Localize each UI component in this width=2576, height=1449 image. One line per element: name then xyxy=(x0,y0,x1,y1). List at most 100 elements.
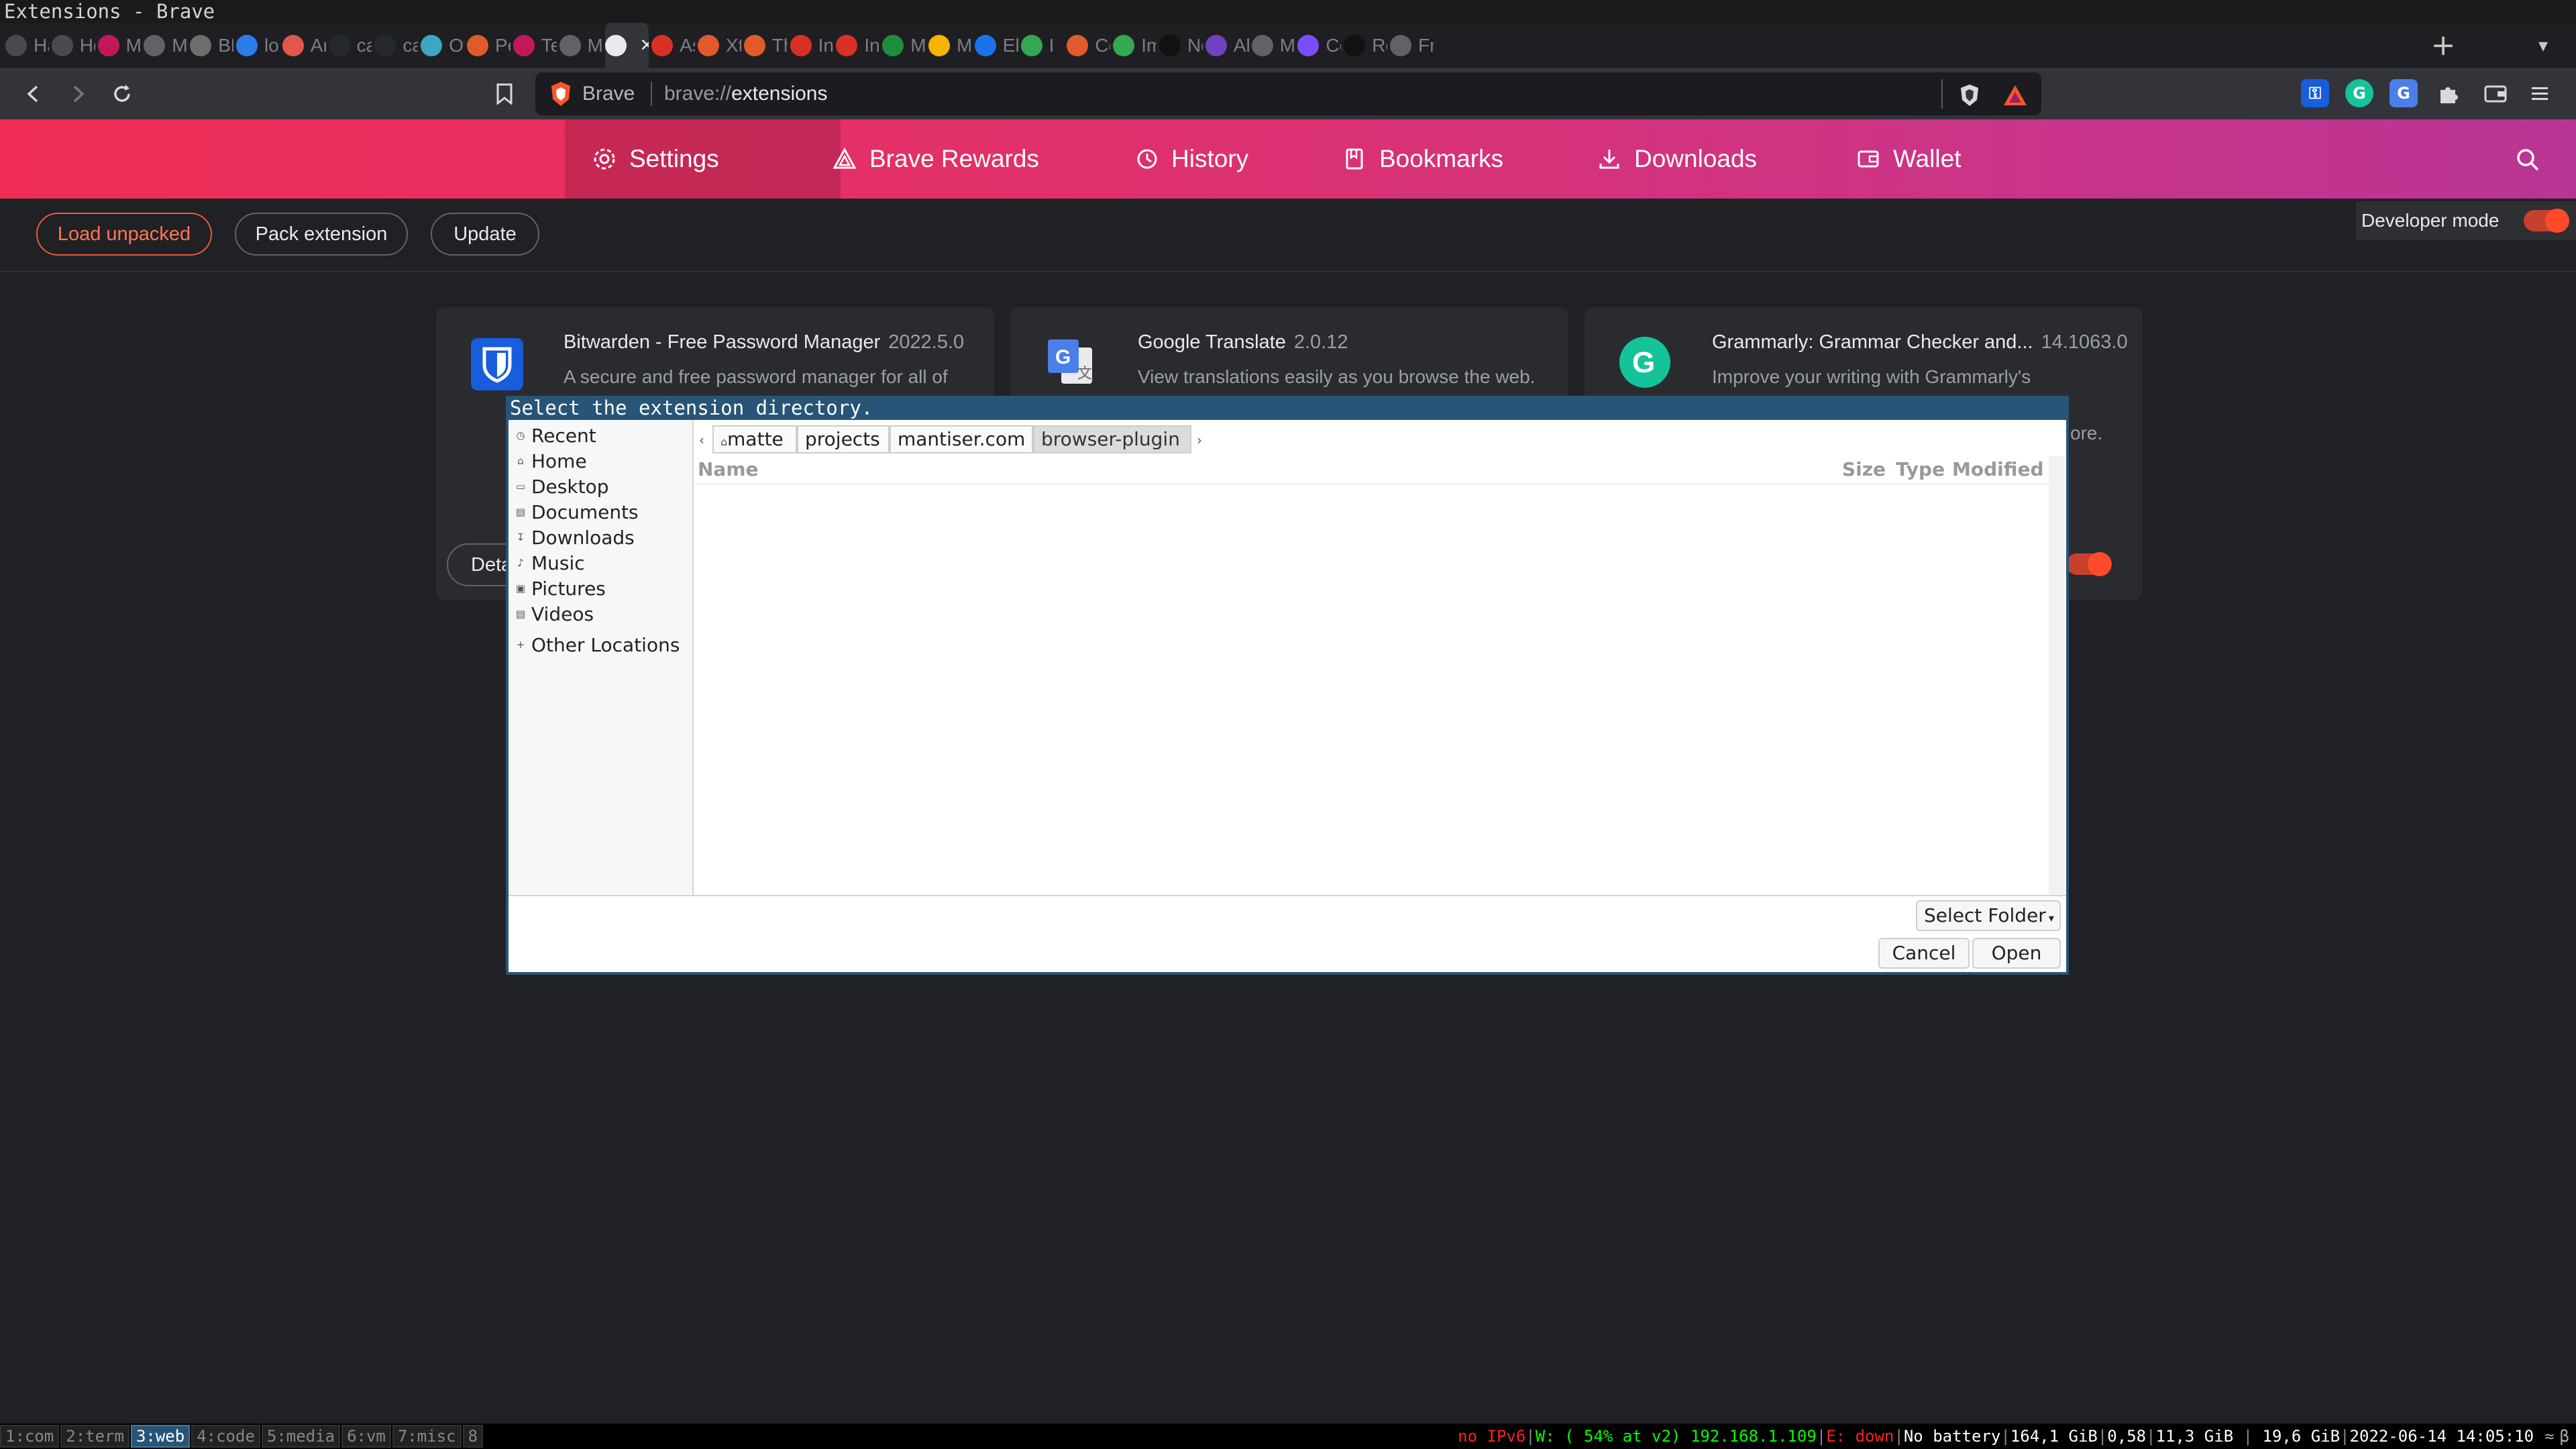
url-text[interactable]: brave://extensions xyxy=(664,72,828,115)
nav-downloads[interactable]: Downloads xyxy=(1570,119,1784,199)
browser-tab[interactable]: I xyxy=(1020,23,1065,68)
grammarly-enabled-toggle[interactable] xyxy=(2066,552,2112,576)
browser-tab[interactable]: The xyxy=(743,23,788,68)
path-crumb[interactable]: mantiser.com xyxy=(890,425,1033,453)
browser-tab[interactable]: Xtr xyxy=(698,23,741,68)
workspace-button[interactable]: 2:term xyxy=(60,1425,129,1448)
home-icon: ⌂ xyxy=(517,455,524,467)
browser-tab[interactable]: Res xyxy=(1344,23,1387,68)
tab-title: Elin xyxy=(1002,34,1018,56)
column-name[interactable]: Name xyxy=(698,456,759,483)
menu-icon[interactable] xyxy=(2522,76,2557,111)
open-button[interactable]: Open xyxy=(1972,938,2061,969)
bookmark-icon[interactable] xyxy=(487,76,522,111)
place-pictures[interactable]: ▣ Pictures xyxy=(515,576,606,601)
place-other-locations[interactable]: + Other Locations xyxy=(515,632,680,657)
browser-tab[interactable]: Har xyxy=(5,23,49,68)
browser-tab[interactable]: Mai xyxy=(1251,23,1295,68)
nav-history[interactable]: History xyxy=(1107,119,1275,199)
place-documents[interactable]: ▤ Documents xyxy=(515,499,639,525)
pack-extension-button[interactable]: Pack extension xyxy=(235,213,408,256)
browser-tab[interactable]: Elin xyxy=(974,23,1018,68)
file-filter-select[interactable]: Select Folder ▾ xyxy=(1916,900,2061,931)
browser-tab[interactable]: Mai xyxy=(144,23,187,68)
workspace-button[interactable]: 3:web xyxy=(130,1425,191,1448)
place-desktop[interactable]: ▭ Desktop xyxy=(515,474,609,499)
tray-network-icon[interactable]: ≈ xyxy=(2544,1427,2554,1446)
browser-tab[interactable]: cat xyxy=(374,23,418,68)
workspace-button[interactable]: 4:code xyxy=(191,1425,260,1448)
browser-tab[interactable]: Ma xyxy=(559,23,602,68)
browser-tab[interactable]: Tek xyxy=(513,23,557,68)
browser-tab[interactable]: Ove xyxy=(421,23,464,68)
browser-tab[interactable]: Ink xyxy=(836,23,879,68)
path-crumb-current[interactable]: browser-plugin xyxy=(1033,425,1191,453)
browser-tab[interactable]: BFI xyxy=(190,23,233,68)
place-music[interactable]: ♪ Music xyxy=(515,550,584,576)
column-type[interactable]: Type xyxy=(1896,456,1945,483)
cancel-button[interactable]: Cancel xyxy=(1878,938,1970,969)
developer-mode-toggle[interactable] xyxy=(2524,209,2569,233)
file-list[interactable] xyxy=(695,483,2049,896)
path-scroll-right-icon[interactable]: › xyxy=(1193,427,1206,453)
browser-tab[interactable]: Per xyxy=(467,23,511,68)
nav-wallet[interactable]: Wallet xyxy=(1829,119,1988,199)
workspace-button[interactable]: 6:vm xyxy=(341,1425,391,1448)
browser-tab[interactable]: Arg xyxy=(282,23,326,68)
stripes-icon xyxy=(97,34,119,56)
browser-tab[interactable]: Img xyxy=(1113,23,1157,68)
place-recent[interactable]: ◷ Recent xyxy=(515,423,596,448)
load-unpacked-button[interactable]: Load unpacked xyxy=(36,213,212,256)
browser-tab[interactable]: cat xyxy=(328,23,372,68)
forward-arrow-icon[interactable] xyxy=(60,76,95,111)
nav-settings[interactable]: Settings xyxy=(565,119,841,199)
google-translate-extension-icon[interactable]: G xyxy=(2390,79,2418,107)
tab-search-chevron-icon[interactable]: ▾ xyxy=(2529,23,2557,68)
browser-tab[interactable]: Ink xyxy=(790,23,834,68)
browser-tab[interactable]: Min xyxy=(882,23,926,68)
brave-shield-icon xyxy=(549,80,573,107)
path-scroll-left-icon[interactable]: ‹ xyxy=(695,427,708,453)
wallet-icon[interactable] xyxy=(2478,76,2513,111)
workspace-button[interactable]: 5:media xyxy=(261,1425,341,1448)
place-videos[interactable]: ▤ Videos xyxy=(515,601,594,627)
nav-bookmarks[interactable]: Bookmarks xyxy=(1315,119,1530,199)
column-modified[interactable]: Modified xyxy=(1952,456,2044,483)
browser-tab[interactable]: Min xyxy=(97,23,141,68)
path-crumb[interactable]: projects xyxy=(797,425,890,453)
tab-title: Ink xyxy=(818,34,834,56)
place-home[interactable]: ⌂ Home xyxy=(515,448,586,474)
extensions-puzzle-icon[interactable] xyxy=(2431,76,2466,111)
search-icon[interactable] xyxy=(2506,141,2549,178)
browser-tab[interactable]: Fro xyxy=(1390,23,1434,68)
tray-bluetooth-icon[interactable]: β xyxy=(2560,1427,2569,1446)
browser-tab[interactable]: Hov xyxy=(51,23,95,68)
workspace-button[interactable]: 8 xyxy=(462,1425,484,1448)
browser-tab[interactable]: Ass xyxy=(651,23,695,68)
nav-brave-rewards[interactable]: Brave Rewards xyxy=(805,119,1066,199)
place-downloads[interactable]: ↧ Downloads xyxy=(515,525,635,550)
browser-tab[interactable]: Col xyxy=(1297,23,1341,68)
browser-tab[interactable]: Noc xyxy=(1159,23,1203,68)
brave-rewards-icon[interactable] xyxy=(1998,78,2033,113)
brave-shields-icon[interactable] xyxy=(1952,78,1987,113)
update-button[interactable]: Update xyxy=(431,213,539,256)
wallet-nav-icon xyxy=(1858,150,1879,168)
bitwarden-extension-icon[interactable]: ⚿ xyxy=(2301,79,2329,107)
workspace-button[interactable]: 1:com xyxy=(0,1425,60,1448)
file-list-scrollbar[interactable] xyxy=(2049,456,2065,895)
browser-tab[interactable]: Ma xyxy=(928,23,972,68)
tab-title: Col xyxy=(1326,34,1341,56)
browser-tab[interactable]: E× xyxy=(605,23,649,68)
new-tab-button[interactable]: + xyxy=(2426,23,2461,68)
browser-tab[interactable]: Cor xyxy=(1067,23,1110,68)
grammarly-extension-icon[interactable]: G xyxy=(2345,79,2373,107)
workspace-button[interactable]: 7:misc xyxy=(392,1425,462,1448)
close-tab-icon[interactable]: × xyxy=(640,32,649,58)
path-crumb-home[interactable]: ⌂matte xyxy=(712,425,797,453)
browser-tab[interactable]: Ale xyxy=(1205,23,1249,68)
column-size[interactable]: Size xyxy=(1842,456,1886,483)
reload-icon[interactable] xyxy=(105,76,140,111)
browser-tab[interactable]: loki xyxy=(236,23,280,68)
back-arrow-icon[interactable] xyxy=(16,76,51,111)
